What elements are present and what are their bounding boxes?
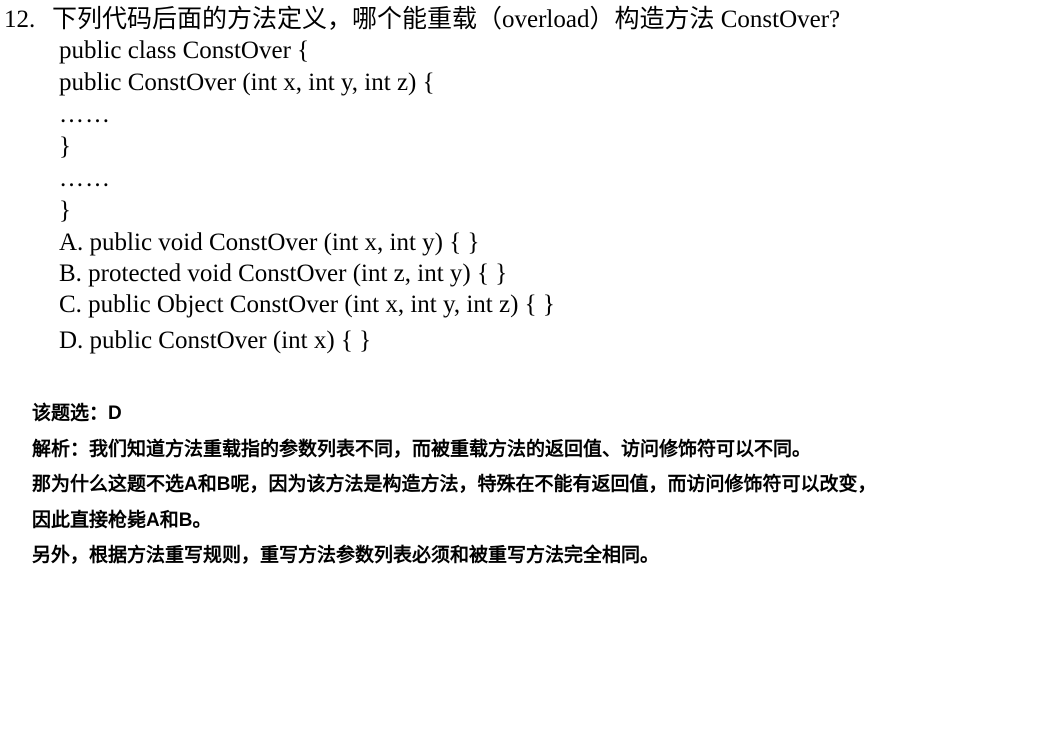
option-d: D. public ConstOver (int x) { }	[59, 327, 372, 354]
question-block: 12. 下列代码后面的方法定义，哪个能重载（overload）构造方法 Const…	[4, 4, 840, 356]
code-line: }	[59, 197, 71, 224]
question-text: 下列代码后面的方法定义，哪个能重载（overload）构造方法 ConstOve…	[52, 6, 841, 33]
answer-extra: 另外，根据方法重写规则，重写方法参数列表必须和被重写方法完全相同。	[32, 545, 660, 566]
option-c: C. public Object ConstOver (int x, int y…	[59, 291, 555, 318]
code-line: }	[59, 133, 71, 160]
answer-block: 该题选：D 解析：我们知道方法重载指的参数列表不同，而被重载方法的返回值、访问修…	[32, 396, 932, 574]
question-title: 12. 下列代码后面的方法定义，哪个能重载（overload）构造方法 Const…	[4, 4, 840, 35]
question-number: 12.	[4, 6, 36, 33]
answer-analysis: 解析：我们知道方法重载指的参数列表不同，而被重载方法的返回值、访问修饰符可以不同…	[32, 438, 812, 460]
code-line: ……	[59, 165, 111, 192]
code-line: ……	[59, 101, 111, 128]
code-line: public ConstOver (int x, int y, int z) {	[59, 69, 435, 96]
option-b: B. protected void ConstOver (int z, int …	[59, 260, 508, 287]
answer-reason: 那为什么这题不选A和B呢，因为该方法是构造方法，特殊在不能有返回值，而访问修饰符…	[32, 474, 877, 531]
option-a: A. public void ConstOver (int x, int y) …	[59, 229, 480, 256]
code-block: public class ConstOver { public ConstOve…	[59, 35, 840, 356]
code-line: public class ConstOver {	[59, 37, 310, 64]
answer-choice: 该题选：D	[32, 403, 122, 424]
